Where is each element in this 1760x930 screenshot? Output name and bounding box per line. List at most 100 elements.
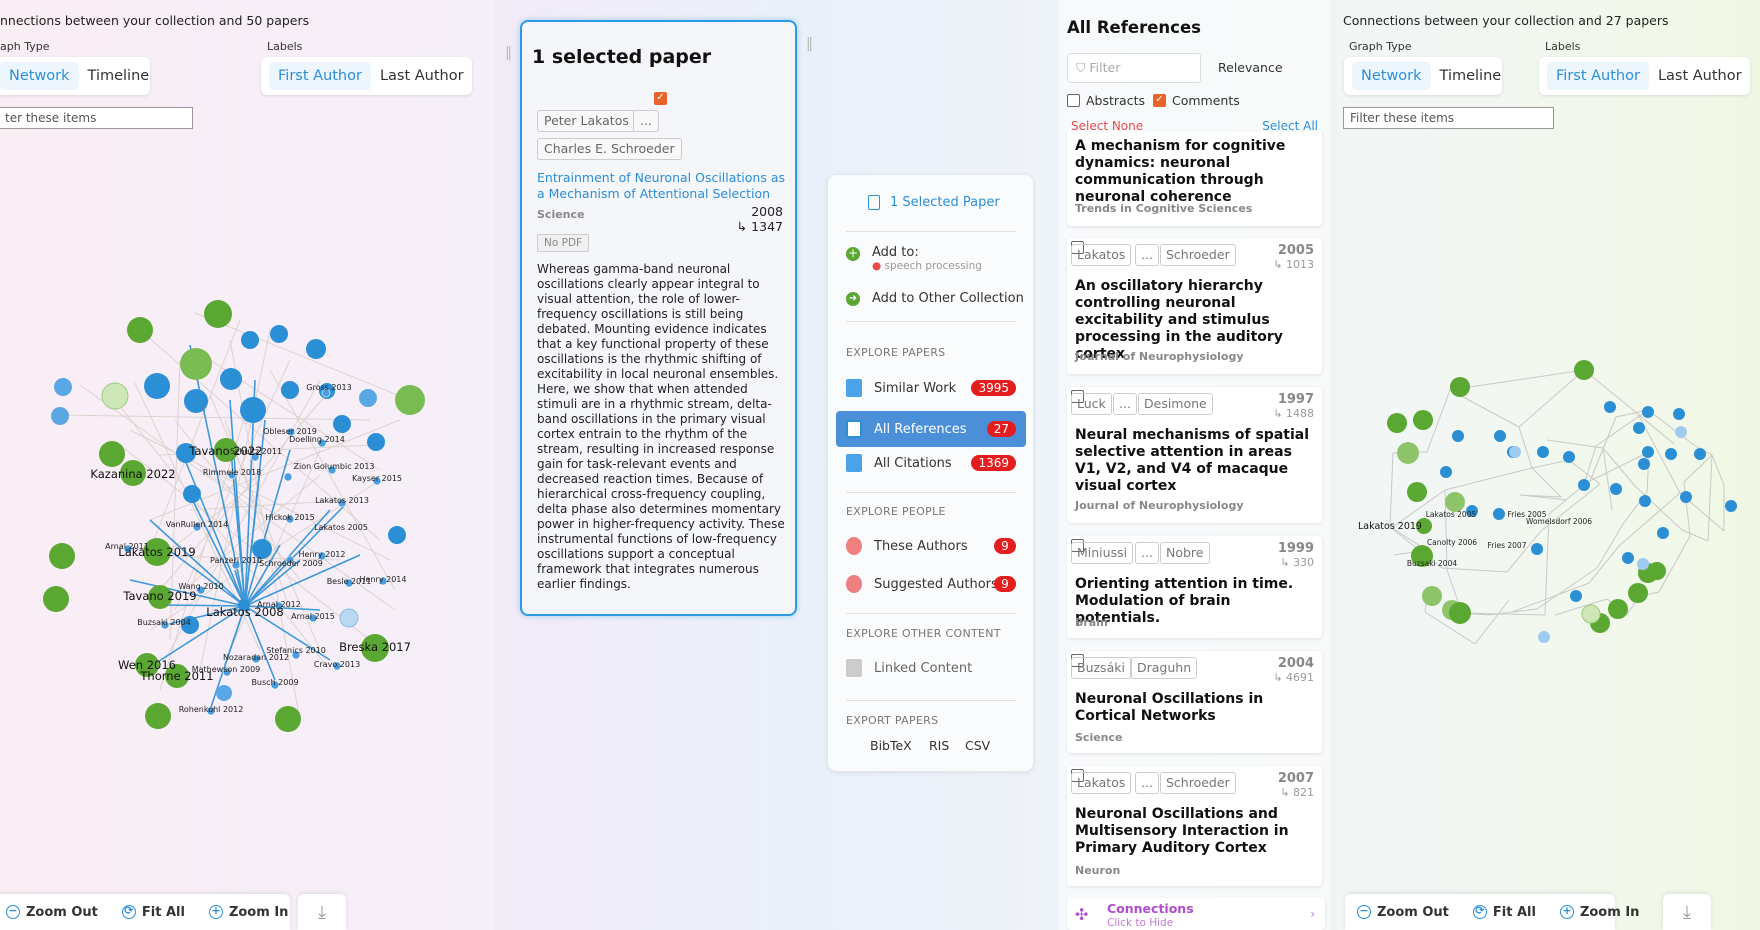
author-chip[interactable]: Miniussi [1071,542,1134,564]
graph-node[interactable] [1563,451,1575,463]
graph-node[interactable] [1610,483,1622,495]
graph-node[interactable] [1537,446,1549,458]
author-more-chip[interactable]: ... [1135,542,1159,564]
graph-node[interactable] [145,703,171,729]
graph-node[interactable] [1581,604,1601,624]
graph-node[interactable] [1493,508,1505,520]
graph-node[interactable] [144,373,170,399]
author-chip[interactable]: Draguhn [1131,657,1198,679]
graph-node[interactable] [1628,583,1648,603]
author-chip[interactable]: Lakatos [1071,772,1132,794]
graph-node[interactable] [127,317,153,343]
author-chip[interactable]: Buzsáki [1071,657,1131,679]
suggested-authors-button[interactable]: Suggested Authors 9 [836,569,1026,599]
graph-node[interactable] [99,441,125,467]
reference-title[interactable]: Neuronal Oscillations and Multisensory I… [1075,806,1315,857]
graph-node[interactable] [1694,448,1706,460]
graph-node[interactable] [283,472,293,482]
graph-node[interactable] [339,608,359,628]
abstracts-checkbox[interactable] [1067,94,1080,107]
graph-node[interactable] [367,433,385,451]
graph-node[interactable] [101,382,129,410]
download-button[interactable]: ⤓ [1663,894,1711,930]
author-chip[interactable]: Nobre [1160,542,1210,564]
graph-node[interactable] [1648,562,1666,580]
graph-node[interactable] [1449,602,1471,624]
graph-node[interactable] [1725,500,1737,512]
references-filter[interactable]: ⛉ Filter [1067,53,1201,83]
author-more-chip[interactable]: ... [1135,244,1159,266]
author-chip[interactable]: Schroeder [1160,244,1236,266]
export-ris[interactable]: RIS [929,738,949,753]
no-pdf-badge[interactable]: No PDF [537,234,590,252]
add-to-collection[interactable]: + Add to: ● speech processing [846,245,982,272]
author-more-chip[interactable]: ... [633,110,659,132]
all-references-button[interactable]: All References 27 [836,411,1026,447]
add-other-collection[interactable]: ➜ Add to Other Collection [846,291,1024,306]
select-none-link[interactable]: Select None [1071,119,1143,133]
similar-work-button[interactable]: Similar Work 3995 [836,373,1026,403]
reference-card[interactable]: A mechanism for cognitive dynamics: neur… [1067,132,1322,226]
graph-node[interactable] [1538,631,1550,643]
resize-handle[interactable]: ‖ [505,45,512,65]
graph-node[interactable] [1622,552,1634,564]
graph-node[interactable] [1657,527,1669,539]
graph-node[interactable] [183,485,201,503]
graph-node[interactable] [1639,495,1651,507]
graph-node[interactable] [180,348,212,380]
network-graph[interactable]: Gross 2013 Obleser 2019 Doelling 2014 Sc… [0,0,495,760]
author-chip[interactable]: Lakatos [1071,244,1132,266]
export-csv[interactable]: CSV [965,738,990,753]
reference-card[interactable]: Lakatos ... Schroeder 2007 ↳ 821 Neuronal… [1067,766,1322,886]
graph-node[interactable] [306,339,326,359]
graph-node[interactable] [1608,599,1628,619]
graph-node[interactable] [1413,410,1433,430]
reference-card[interactable]: Lakatos ... Schroeder 2005 ↳ 1013 An osci… [1067,238,1322,374]
selected-papers-link[interactable]: 1 Selected Paper [868,195,1000,210]
graph-node[interactable] [1494,430,1506,442]
zoom-out-button[interactable]: − Zoom Out [0,905,110,920]
graph-node[interactable] [333,415,351,433]
linked-content-button[interactable]: Linked Content [836,653,1026,683]
reference-title[interactable]: A mechanism for cognitive dynamics: neur… [1075,138,1315,206]
author-chip[interactable]: Desimone [1138,393,1213,415]
graph-node[interactable] [220,368,242,390]
author-more-chip[interactable]: ... [1135,772,1159,794]
graph-node[interactable] [1407,482,1427,502]
reference-title[interactable]: Orienting attention in time. Modulation … [1075,576,1315,627]
all-citations-button[interactable]: All Citations 1369 [836,448,1026,478]
graph-node[interactable] [1638,458,1650,470]
author-chip[interactable]: Charles E. Schroeder [537,138,682,160]
zoom-in-button[interactable]: + Zoom In [1548,905,1651,920]
graph-node[interactable] [51,407,69,425]
graph-node[interactable] [1604,401,1616,413]
graph-node[interactable] [395,385,425,415]
graph-node[interactable] [240,397,266,423]
reference-card[interactable]: Miniussi ... Nobre 1999 ↳ 330 Orienting a… [1067,536,1322,638]
zoom-in-button[interactable]: + Zoom In [197,905,300,920]
these-authors-button[interactable]: These Authors 9 [836,531,1026,561]
graph-node[interactable] [1445,492,1465,512]
reference-title[interactable]: Neuronal Oscillations in Cortical Networ… [1075,691,1315,725]
graph-node[interactable] [1675,426,1687,438]
comments-checkbox[interactable]: ✓ [1153,94,1166,107]
graph-node[interactable] [275,706,301,732]
graph-node[interactable] [1578,479,1590,491]
network-graph[interactable]: Lakatos 2005 Buzsaki 2004 Fries 2005 Wom… [1337,0,1760,760]
graph-node[interactable] [1422,586,1442,606]
author-more-chip[interactable]: ... [1113,393,1137,415]
graph-node[interactable] [49,543,75,569]
graph-node[interactable] [1673,408,1685,420]
reference-card[interactable]: Luck ... Desimone 1997 ↳ 1488 Neural mech… [1067,387,1322,523]
resize-handle[interactable]: ‖ [806,36,813,56]
graph-node[interactable] [1440,466,1452,478]
author-chip[interactable]: Schroeder [1160,772,1236,794]
download-button[interactable]: ⤓ [298,894,346,930]
graph-node[interactable] [43,586,69,612]
graph-node[interactable] [1531,543,1543,555]
graph-node[interactable] [184,389,208,413]
graph-node[interactable] [1452,430,1464,442]
graph-node[interactable] [1387,413,1407,433]
graph-node[interactable] [270,325,288,343]
connections-toggle[interactable]: ✣ Connections Click to Hide › [1067,898,1325,930]
